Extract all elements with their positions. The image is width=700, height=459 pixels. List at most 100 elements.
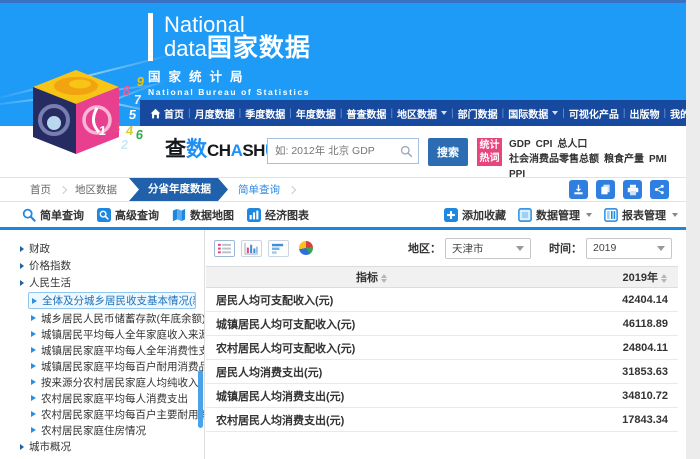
value-cell: 17843.34 bbox=[538, 408, 678, 432]
toolbar-button-search-square[interactable]: 高级查询 bbox=[97, 207, 159, 223]
triangle-icon bbox=[31, 363, 36, 369]
toolbar-button-report-manage[interactable]: 报表管理 bbox=[604, 207, 678, 223]
download-icon[interactable] bbox=[569, 180, 588, 199]
print-icon[interactable] bbox=[623, 180, 642, 199]
hot-word-link[interactable]: 总人口 bbox=[557, 137, 587, 152]
sidebar-item[interactable]: 城乡居民人民币储蓄存款(年底余额) bbox=[0, 310, 204, 326]
hot-words-list: GDPCPI总人口社会消费品零售总额粮食产量PMIPPI bbox=[509, 137, 686, 182]
nav-item[interactable]: 部门数据 bbox=[458, 106, 498, 121]
sidebar-item[interactable]: 城镇居民家庭平均每人全年消费性支出 bbox=[0, 342, 204, 358]
triangle-icon bbox=[20, 280, 24, 286]
search-square-icon bbox=[97, 208, 111, 222]
value-cell: 42404.14 bbox=[538, 288, 678, 312]
region-label: 地区： bbox=[408, 240, 441, 256]
nav-item[interactable]: 可视化产品 bbox=[569, 106, 619, 121]
time-select[interactable]: 2019 bbox=[586, 238, 672, 259]
sidebar-item[interactable]: 农村居民家庭平均每百户主要耐用消费品拥有量 bbox=[0, 406, 204, 422]
toolbar-button-search-outline[interactable]: 简单查询 bbox=[22, 207, 84, 223]
breadcrumb-items: 首页 地区数据分省年度数据简单查询 bbox=[0, 178, 304, 201]
sort-icon[interactable] bbox=[661, 274, 668, 283]
hbar-view-icon[interactable] bbox=[268, 240, 289, 257]
indicator-cell: 居民人均消费支出(元) bbox=[206, 360, 538, 384]
sidebar-item-label: 人民生活 bbox=[29, 275, 71, 290]
chevron-down-icon bbox=[441, 111, 447, 115]
copy-icon[interactable] bbox=[596, 180, 615, 199]
chashu-logo-part: A bbox=[231, 141, 243, 160]
nav-separator: | bbox=[289, 108, 292, 119]
indicator-tree: 财政价格指数人民生活全体及分城乡居民收支基本情况(新口径)城乡居民人民币储蓄存款… bbox=[0, 230, 205, 459]
nav-item[interactable]: 地区数据 bbox=[397, 106, 447, 121]
breadcrumb-link[interactable]: 地区数据 bbox=[75, 182, 117, 197]
nav-item-label: 普查数据 bbox=[346, 106, 386, 121]
indicator-cell: 农村居民人均可支配收入(元) bbox=[206, 336, 538, 360]
toolbar-button-map[interactable]: 数据地图 bbox=[172, 207, 234, 223]
nav-item[interactable]: 季度数据 bbox=[245, 106, 285, 121]
triangle-icon bbox=[31, 395, 36, 401]
sidebar-item[interactable]: 价格指数 bbox=[0, 257, 204, 274]
nav-separator: | bbox=[451, 108, 454, 119]
bar-view-icon[interactable] bbox=[241, 240, 262, 257]
column-header-indicator[interactable]: 指标 bbox=[206, 267, 538, 288]
pie-view-icon[interactable] bbox=[295, 240, 316, 257]
hot-word-link[interactable]: PMI bbox=[649, 152, 667, 167]
nav-item[interactable]: 月度数据 bbox=[195, 106, 235, 121]
table-header-row: 指标 2019年 bbox=[206, 267, 678, 288]
search-button[interactable]: 搜索 bbox=[428, 138, 468, 166]
triangle-icon bbox=[20, 444, 24, 450]
nav-separator: | bbox=[188, 108, 191, 119]
toolbar-button-chart[interactable]: 经济图表 bbox=[247, 207, 309, 223]
search-icon bbox=[400, 145, 413, 158]
sidebar-item[interactable]: 农村居民家庭住房情况 bbox=[0, 422, 204, 438]
sidebar-item[interactable]: 城市概况 bbox=[0, 438, 204, 455]
hot-word-link[interactable]: GDP bbox=[509, 137, 531, 152]
sort-icon[interactable] bbox=[381, 274, 388, 283]
page: 987534612 National data 国家数据 国家统计局 Natio… bbox=[0, 0, 686, 459]
chashu-logo-part: 查 bbox=[165, 140, 186, 160]
toolbar-button-plus[interactable]: 添加收藏 bbox=[444, 207, 506, 223]
query-toolbar: 简单查询高级查询数据地图经济图表 添加收藏数据管理 报表管理 bbox=[0, 202, 686, 230]
nav-item[interactable]: 出版物 bbox=[629, 106, 659, 121]
triangle-icon bbox=[31, 315, 36, 321]
cube-number: 1 bbox=[98, 124, 107, 137]
column-header-year[interactable]: 2019年 bbox=[538, 267, 678, 288]
nav-item-label: 出版物 bbox=[629, 106, 659, 121]
nav-item[interactable]: 首页 bbox=[150, 106, 184, 121]
hot-word-link[interactable]: 社会消费品零售总额 bbox=[509, 152, 599, 167]
triangle-icon bbox=[31, 379, 36, 385]
sidebar-item[interactable]: 城镇居民家庭平均每百户耐用消费品拥有量 bbox=[0, 358, 204, 374]
nav-item[interactable]: 年度数据 bbox=[296, 106, 336, 121]
nav-item[interactable]: 我的收藏 bbox=[670, 106, 686, 121]
value-cell: 24804.11 bbox=[538, 336, 678, 360]
chashu-logo-part: SH bbox=[242, 141, 265, 160]
share-icon[interactable] bbox=[650, 180, 669, 199]
hot-word-link[interactable]: 粮食产量 bbox=[604, 152, 644, 167]
sidebar-item[interactable]: 全体及分城乡居民收支基本情况(新口径) bbox=[28, 292, 196, 309]
nav-item-label: 我的收藏 bbox=[670, 106, 686, 121]
indicator-cell: 城镇居民人均可支配收入(元) bbox=[206, 312, 538, 336]
hot-word-link[interactable]: CPI bbox=[536, 137, 553, 152]
breadcrumb-link[interactable]: 简单查询 bbox=[238, 182, 280, 197]
triangle-icon bbox=[20, 246, 24, 252]
nav-item[interactable]: 普查数据 bbox=[346, 106, 386, 121]
nav-item[interactable]: 国际数据 bbox=[508, 106, 558, 121]
toolbar-button-data-manage[interactable]: 数据管理 bbox=[518, 207, 592, 223]
toolbar-button-label: 报表管理 bbox=[622, 207, 666, 223]
logo-line-data: data bbox=[164, 36, 207, 61]
list-view-icon[interactable] bbox=[214, 240, 235, 257]
sidebar-item[interactable]: 财政 bbox=[0, 240, 204, 257]
region-value: 天津市 bbox=[452, 241, 484, 256]
sidebar-item[interactable]: 农村居民家庭平均每人消费支出 bbox=[0, 390, 204, 406]
chart-icon bbox=[247, 208, 261, 222]
sidebar-item[interactable]: 城镇居民平均每人全年家庭收入来源 bbox=[0, 326, 204, 342]
sidebar-item[interactable]: 人民生活 bbox=[0, 274, 204, 291]
bureau-name-cn: 国家统计局 bbox=[148, 66, 311, 85]
sidebar-item[interactable]: 按来源分农村居民家庭人均纯收入 bbox=[0, 374, 204, 390]
toolbar-right: 添加收藏数据管理 报表管理 bbox=[444, 207, 686, 223]
search-input[interactable] bbox=[268, 145, 400, 157]
breadcrumb-link[interactable]: 首页 bbox=[30, 182, 51, 197]
breadcrumb-current[interactable]: 分省年度数据 bbox=[129, 178, 228, 201]
site-header: 987534612 National data 国家数据 国家统计局 Natio… bbox=[0, 0, 686, 126]
region-select[interactable]: 天津市 bbox=[445, 238, 531, 259]
sidebar-scrollbar[interactable] bbox=[198, 370, 203, 428]
toolbar-button-label: 简单查询 bbox=[40, 207, 84, 223]
